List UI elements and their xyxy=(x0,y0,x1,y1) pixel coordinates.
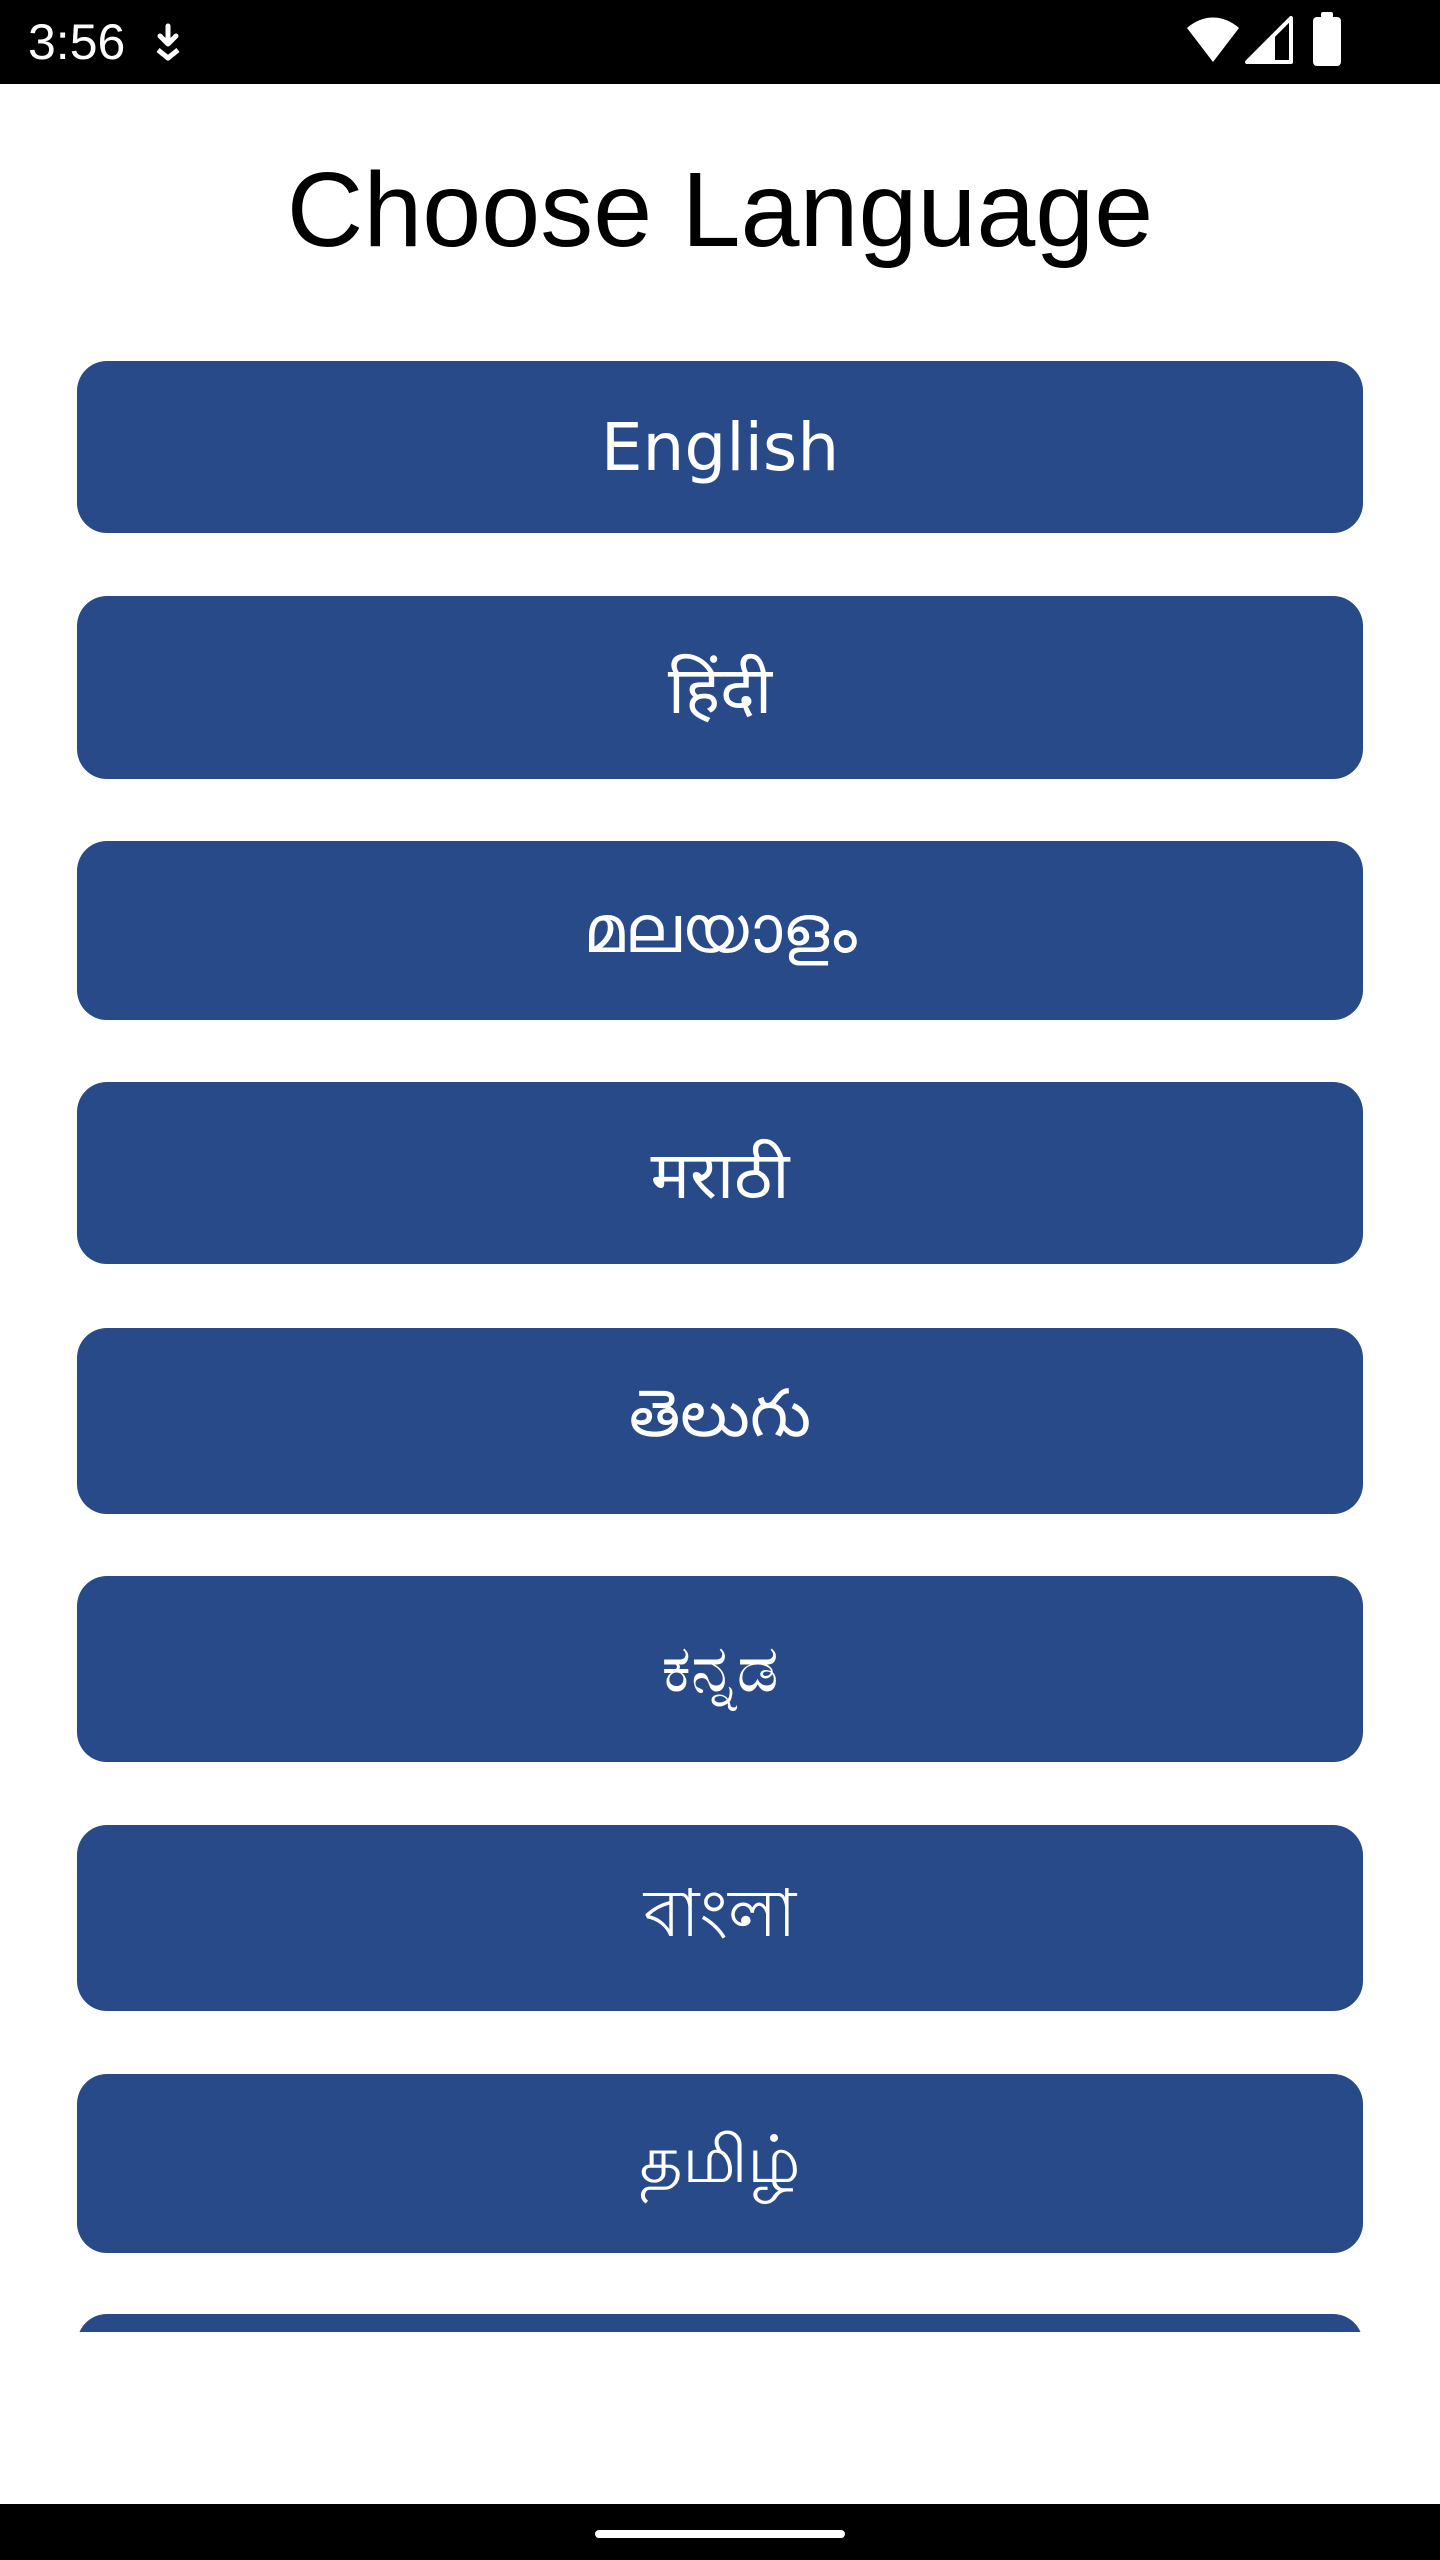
language-label: മലയാളം xyxy=(583,891,857,968)
home-gesture-handle[interactable] xyxy=(595,2530,845,2538)
language-button-hindi[interactable]: हिंदी xyxy=(77,596,1363,779)
language-button-marathi[interactable]: मराठी xyxy=(77,1082,1363,1264)
language-screen: 3:56 Choose Language English हिंदी മലയാള… xyxy=(0,0,1440,2560)
language-button-tamil[interactable]: தமிழ் xyxy=(77,2074,1363,2253)
language-button-malayalam[interactable]: മലയാളം xyxy=(77,841,1363,1020)
language-label: English xyxy=(600,408,840,486)
language-button-kannada[interactable]: ಕನ್ನಡ xyxy=(77,1576,1363,1762)
download-icon xyxy=(156,23,180,61)
language-button-english[interactable]: English xyxy=(77,361,1363,533)
language-button-partial[interactable] xyxy=(77,2314,1363,2332)
signal-icon xyxy=(1245,16,1293,64)
language-label: ಕನ್ನಡ xyxy=(661,1629,779,1707)
language-label: हिंदी xyxy=(667,651,773,729)
page-title: Choose Language xyxy=(286,151,1154,269)
language-button-bengali[interactable]: বাংলা xyxy=(77,1825,1363,2011)
language-label: বাংলা xyxy=(643,1875,797,1952)
language-label: தமிழ் xyxy=(639,2120,801,2198)
language-label: తెలుగు xyxy=(628,1374,812,1452)
wifi-icon xyxy=(1187,17,1239,62)
language-label: मराठी xyxy=(650,1137,790,1214)
status-time: 3:56 xyxy=(28,14,126,70)
language-button-telugu[interactable]: తెలుగు xyxy=(77,1328,1363,1514)
status-bar: 3:56 xyxy=(0,0,1440,84)
language-list[interactable]: English हिंदी മലയാളം मराठी తెలుగు ಕನ್ನಡ … xyxy=(0,340,1440,2332)
battery-icon xyxy=(1313,12,1341,66)
